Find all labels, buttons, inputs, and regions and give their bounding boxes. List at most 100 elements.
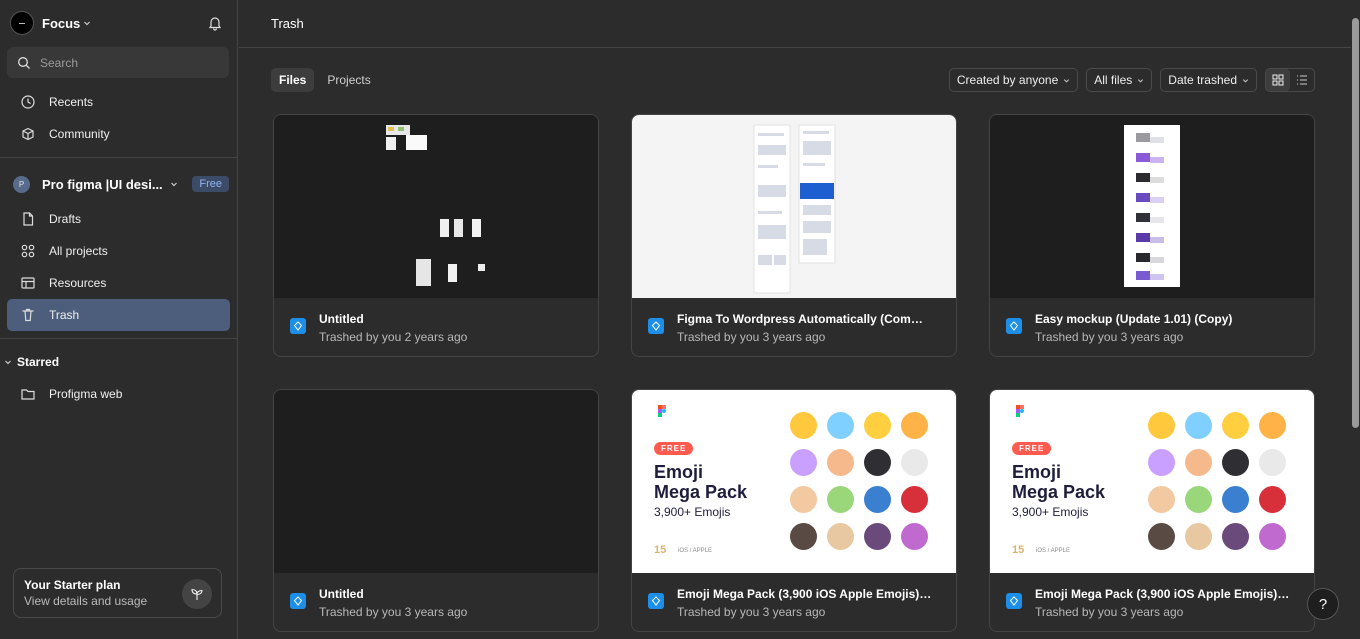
chevron-down-icon[interactable] (170, 180, 178, 188)
thumbnail-preview (386, 125, 485, 286)
main-content: Trash Files Projects Created by anyone A… (239, 0, 1351, 639)
starter-plan-card[interactable]: Your Starter plan View details and usage (13, 568, 222, 618)
file-type-filter[interactable]: All files (1086, 68, 1153, 92)
thumbnail-preview (753, 124, 836, 294)
file-trashed-info: Trashed by you 2 years ago (319, 330, 468, 344)
sidebar-item-drafts[interactable]: Drafts (7, 203, 230, 235)
tab-projects[interactable]: Projects (319, 68, 378, 92)
sidebar-item-label: Recents (49, 95, 94, 109)
file-title: Easy mockup (Update 1.01) (Copy) (1035, 312, 1233, 326)
resources-icon (21, 277, 35, 289)
promo-heading: Emoji Mega Pack (654, 462, 748, 502)
workspace-header[interactable]: Focus (0, 0, 237, 46)
filter-label: Date trashed (1168, 73, 1237, 87)
figma-file-icon (1006, 593, 1022, 609)
emoji-pack-preview: FREE Emoji Mega Pack 3,900+ Emojis 15 iOS… (632, 390, 956, 573)
sidebar-item-all-projects[interactable]: All projects (7, 235, 230, 267)
grid-view-icon (1272, 74, 1284, 86)
bell-icon[interactable] (207, 15, 223, 31)
promo-subheading: 3,900+ Emojis (1012, 505, 1089, 519)
chevron-down-icon (5, 360, 11, 365)
figma-file-icon (290, 593, 306, 609)
globe-icon (22, 127, 34, 141)
file-thumbnail: FREE Emoji Mega Pack 3,900+ Emojis 15 iOS… (632, 390, 956, 573)
ios-version: 15 (654, 544, 667, 556)
file-thumbnail (990, 115, 1314, 298)
workspace-name[interactable]: Focus (42, 16, 80, 31)
chevron-down-icon (1138, 78, 1144, 83)
file-title: Untitled (319, 312, 364, 326)
file-card[interactable]: Untitled Trashed by you 3 years ago (273, 389, 599, 632)
file-trashed-info: Trashed by you 3 years ago (1035, 330, 1184, 344)
file-title: Untitled (319, 587, 364, 601)
grid-view-button[interactable] (1266, 69, 1290, 91)
sidebar: Focus Search Recents Community P Pro fig… (0, 0, 238, 639)
sprout-icon (191, 588, 203, 600)
plan-button[interactable] (182, 579, 212, 609)
list-view-button[interactable] (1290, 69, 1314, 91)
sidebar-item-community[interactable]: Community (7, 118, 230, 150)
sidebar-item-label: All projects (49, 244, 108, 258)
chevron-down-icon (1064, 78, 1070, 83)
filter-label: All files (1094, 73, 1133, 87)
team-selector[interactable]: P Pro figma |UI desi... Free (0, 165, 237, 203)
scrollbar-thumb[interactable] (1352, 18, 1359, 428)
file-icon (23, 212, 34, 226)
sidebar-item-label: Trash (49, 308, 80, 322)
sidebar-divider (0, 157, 237, 158)
file-card[interactable]: Figma To Wordpress Automatically (Commun… (631, 114, 957, 357)
team-avatar: P (13, 175, 30, 193)
ios-version: 15 (1012, 544, 1025, 556)
figma-logo-icon (658, 405, 666, 417)
file-thumbnail (274, 390, 598, 573)
page-title: Trash (271, 16, 304, 31)
file-trashed-info: Trashed by you 3 years ago (677, 605, 826, 619)
file-thumbnail (632, 115, 956, 298)
scrollbar[interactable] (1351, 0, 1360, 639)
platform-label: iOS / APPLE (678, 548, 713, 554)
sidebar-item-recents[interactable]: Recents (7, 86, 230, 118)
filter-label: Created by anyone (956, 73, 1059, 87)
sidebar-item-resources[interactable]: Resources (7, 267, 230, 299)
file-trashed-info: Trashed by you 3 years ago (677, 330, 826, 344)
free-tag: FREE (1012, 442, 1052, 455)
emoji-grid (786, 408, 936, 556)
starred-section-toggle[interactable]: Starred (0, 346, 237, 378)
free-tag: FREE (654, 442, 694, 455)
emoji-grid (1144, 408, 1294, 556)
sort-filter[interactable]: Date trashed (1160, 68, 1257, 92)
team-name[interactable]: Pro figma |UI desi... (42, 177, 164, 192)
folder-icon (21, 389, 35, 400)
search-input[interactable]: Search (7, 47, 229, 78)
sidebar-item-label: Resources (49, 276, 107, 290)
promo-heading: Emoji Mega Pack (1012, 462, 1106, 502)
created-by-filter[interactable]: Created by anyone (948, 68, 1079, 92)
view-toggle (1265, 68, 1315, 92)
file-trashed-info: Trashed by you 3 years ago (1035, 605, 1184, 619)
sidebar-item-trash[interactable]: Trash (7, 299, 230, 331)
starred-heading: Starred (17, 355, 60, 369)
figma-file-icon (1006, 318, 1022, 334)
trash-icon (22, 308, 34, 322)
topbar: Trash (239, 0, 1351, 48)
emoji-pack-preview: FREE Emoji Mega Pack 3,900+ Emojis 15 iOS… (990, 390, 1314, 573)
file-card[interactable]: Easy mockup (Update 1.01) (Copy) Trashed… (989, 114, 1315, 357)
chevron-down-icon[interactable] (83, 19, 91, 27)
search-placeholder: Search (40, 55, 79, 70)
platform-label: iOS / APPLE (1036, 548, 1071, 554)
tab-files[interactable]: Files (271, 68, 315, 92)
list-view-icon (1297, 75, 1307, 85)
toolbar: Files Projects Created by anyone All fil… (271, 68, 1315, 92)
file-card[interactable]: Untitled Trashed by you 2 years ago (273, 114, 599, 357)
sidebar-item-label: Community (49, 127, 110, 141)
file-card[interactable]: FREE Emoji Mega Pack 3,900+ Emojis 15 iOS… (989, 389, 1315, 632)
file-title: Figma To Wordpress Automatically (Commun… (677, 312, 932, 326)
workspace-logo (10, 11, 34, 35)
file-thumbnail (274, 115, 598, 298)
help-button[interactable]: ? (1307, 588, 1339, 620)
thumbnail-preview (1124, 125, 1180, 287)
file-trashed-info: Trashed by you 3 years ago (319, 605, 468, 619)
file-card[interactable]: FREE Emoji Mega Pack 3,900+ Emojis 15 iOS… (631, 389, 957, 632)
sidebar-divider (0, 338, 237, 339)
sidebar-item-profigma-web[interactable]: Profigma web (7, 378, 230, 410)
